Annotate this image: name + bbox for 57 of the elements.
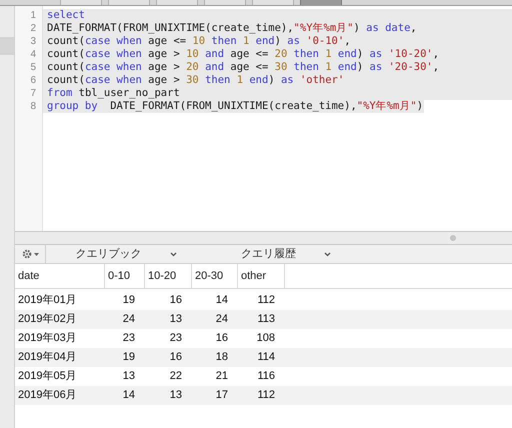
table-cell-text: 113 — [256, 312, 276, 328]
table-cell-text: 116 — [256, 369, 276, 384]
table-cell-text: 2019年04月 — [17, 350, 78, 366]
tab[interactable] — [108, 0, 150, 5]
table-cell-text: 24 — [214, 312, 229, 328]
table-cell-text: 2019年06月 — [17, 388, 78, 404]
code-editor[interactable] — [15, 6, 512, 231]
table-cell-text: 17 — [214, 388, 229, 404]
table-cell-text: 18 — [214, 350, 229, 366]
tab[interactable] — [300, 0, 342, 5]
table-cell-text: 16 — [168, 293, 183, 308]
query-dropdown[interactable]: クエリ履歴 — [206, 246, 366, 262]
table-cell-text: 2019年01月 — [17, 293, 78, 308]
table-cell-text: 108 — [256, 331, 276, 346]
gear-icon — [22, 249, 32, 259]
table-cell-text: 112 — [256, 388, 276, 404]
tab[interactable] — [60, 0, 102, 5]
table-cell-text: 2019年05月 — [17, 369, 78, 384]
chevron-down-icon — [324, 252, 331, 256]
table-cell-text: 24 — [122, 312, 136, 328]
column-header[interactable]: 10-20 — [145, 264, 192, 288]
line-number: 5 — [30, 61, 36, 74]
chevron-down-icon — [170, 252, 176, 256]
table-cell-text: 14 — [214, 293, 229, 308]
table-cell-text: 13 — [168, 312, 183, 328]
table-cell-text: 19 — [122, 293, 136, 308]
table-cell-text: 23 — [168, 331, 183, 346]
column-header[interactable]: 20-30 — [192, 264, 238, 288]
table-cell-text: 2019年03月 — [17, 331, 78, 346]
table-cell-text: 114 — [256, 350, 276, 366]
tab[interactable] — [204, 0, 246, 5]
table-cell-text: 13 — [122, 369, 136, 384]
table-cell-text: 2019年02月 — [17, 312, 78, 328]
caret-icon — [34, 252, 38, 256]
tab[interactable] — [252, 0, 294, 5]
table-cell-text: 13 — [168, 388, 183, 404]
line-number: 2 — [30, 22, 36, 35]
table-cell-text: 14 — [122, 388, 136, 404]
table-cell-text: 16 — [214, 331, 229, 346]
table-cell-text: 22 — [168, 369, 183, 384]
table-cell-text: 112 — [256, 293, 276, 308]
query-dropdown[interactable]: クエリブック — [46, 246, 206, 262]
table-cell-text: 23 — [122, 331, 136, 346]
column-header[interactable]: 0-10 — [105, 264, 145, 288]
tab[interactable] — [156, 0, 198, 5]
line-number: 3 — [30, 35, 36, 48]
column-header[interactable]: date — [15, 264, 105, 288]
line-number: 4 — [30, 48, 36, 61]
table-cell-text: 19 — [122, 350, 136, 366]
line-number: 8 — [30, 100, 36, 113]
splitter-handle-icon[interactable] — [450, 235, 456, 241]
line-number: 1 — [30, 9, 36, 22]
table-cell-text: 16 — [168, 350, 183, 366]
table-cell-text: 21 — [214, 369, 229, 384]
line-number: 7 — [30, 87, 36, 100]
column-header[interactable]: other — [238, 264, 285, 288]
line-number: 6 — [30, 74, 36, 87]
